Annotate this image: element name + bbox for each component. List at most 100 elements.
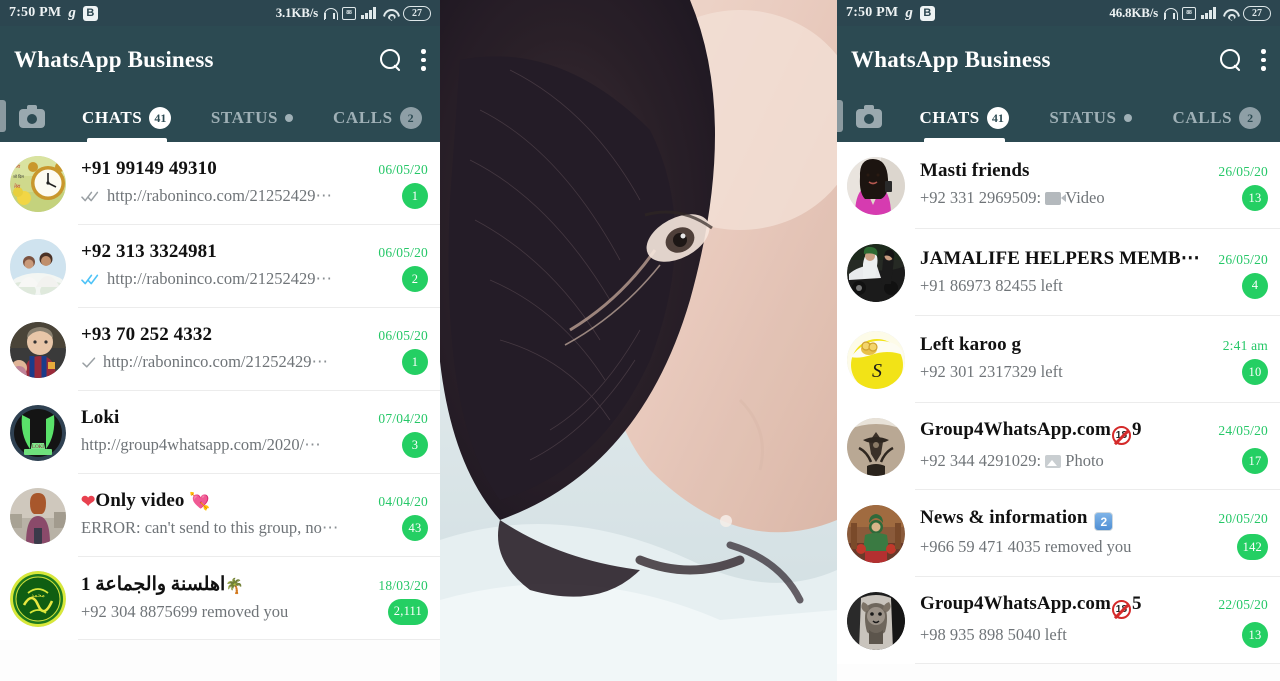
- chat-meta: +91 99149 49310 06/05/20 http://raboninc…: [81, 158, 428, 209]
- status-time: 7:50 PM: [9, 5, 62, 20]
- row-divider: [915, 663, 1280, 664]
- avatar-car-couple: [847, 243, 905, 302]
- chat-list-item[interactable]: तेरा जो दिल तेरा +91 99149 49310 06/05/2…: [0, 142, 440, 225]
- tab-calls[interactable]: CALLS 2: [1154, 94, 1280, 142]
- avatar-lion-tattoo: [847, 591, 905, 650]
- single-check-grey-icon: [81, 355, 97, 369]
- tab-chats[interactable]: CHATS 41: [901, 94, 1027, 142]
- chat-name: Group4WhatsApp.com 18 5: [920, 593, 1210, 619]
- chat-list-item[interactable]: S Left karoo g 2:41 am +92 301 2317329 l…: [837, 316, 1280, 403]
- b-icon: B: [82, 5, 98, 21]
- chat-preview: +92 301 2317329 left: [920, 362, 1063, 381]
- tab-status-label: STATUS: [210, 108, 279, 127]
- avatar[interactable]: [847, 504, 905, 563]
- tab-chats-label: CHATS: [82, 108, 143, 127]
- avatar[interactable]: S: [847, 330, 905, 389]
- sim-card-icon: 88: [342, 6, 356, 20]
- avatar[interactable]: [847, 591, 905, 650]
- avatar-deity-photo: [847, 504, 905, 563]
- center-photo: [440, 0, 837, 681]
- chat-title-row: Group4WhatsApp.com 18 9 24/05/20: [920, 419, 1268, 445]
- chat-list-item[interactable]: Group4WhatsApp.com 18 9 24/05/20 +92 344 4…: [837, 403, 1280, 490]
- headphone-icon: [1163, 7, 1178, 20]
- chat-timestamp: 07/04/20: [378, 411, 428, 426]
- page-title: WhatsApp Business: [851, 47, 1051, 72]
- data-rate-label: 3.1KB/s: [275, 5, 319, 20]
- signal-bars-icon: [1201, 7, 1217, 19]
- more-vertical-icon[interactable]: [421, 49, 426, 71]
- avatar[interactable]: [847, 417, 905, 476]
- svg-text:तेरा: तेरा: [14, 183, 21, 190]
- tab-calls[interactable]: CALLS 2: [315, 94, 440, 142]
- chat-list-item[interactable]: News & information 2 20/05/20 +966 59 47…: [837, 490, 1280, 577]
- avatar-woman-pink: [847, 156, 905, 215]
- more-vertical-icon[interactable]: [1261, 49, 1266, 71]
- chat-list-item[interactable]: LOKI Loki 07/04/20 http://group4whatsapp…: [0, 391, 440, 474]
- chat-name: Masti friends: [920, 160, 1030, 181]
- avatar[interactable]: तेरा जो दिल तेरा: [10, 155, 66, 212]
- chat-preview-row: +98 935 898 5040 left 13: [920, 622, 1268, 648]
- chat-preview-row: +92 304 8875699 removed you 2,111: [81, 598, 428, 625]
- video-icon: [1045, 192, 1067, 205]
- chat-preview: http://group4whatsapp.com/2020/⋯: [81, 435, 321, 454]
- avatar[interactable]: [10, 487, 66, 544]
- app-bar-actions: [1220, 48, 1266, 72]
- tab-status-label: STATUS: [1049, 108, 1117, 127]
- chat-name: Group4WhatsApp.com 18 9: [920, 419, 1210, 445]
- avatar-couple-photo: [10, 238, 66, 295]
- camera-icon: [19, 104, 45, 128]
- chat-list-item[interactable]: JAMALIFE HELPERS MEMB⋯ 26/05/20 +91 8697…: [837, 229, 1280, 316]
- chat-title-row: Left karoo g 2:41 am: [920, 334, 1268, 356]
- chat-list-item[interactable]: +93 70 252 4332 06/05/20 http://raboninc…: [0, 308, 440, 391]
- tab-chats[interactable]: CHATS 41: [64, 94, 189, 142]
- avatar[interactable]: [10, 238, 66, 295]
- chat-preview-row: http://group4whatsapp.com/2020/⋯ 3: [81, 432, 428, 458]
- chat-list-item[interactable]: +92 313 3324981 06/05/20 http://raboninc…: [0, 225, 440, 308]
- chat-timestamp: 22/05/20: [1218, 597, 1268, 612]
- chat-meta: +92 313 3324981 06/05/20 http://raboninc…: [81, 241, 428, 292]
- avatar[interactable]: [847, 156, 905, 215]
- avatar[interactable]: LOKI: [10, 404, 66, 461]
- chat-list-item[interactable]: محمد 1 اهلسنة والجماعة🌴 18/03/20 +92 304…: [0, 557, 440, 640]
- chat-list-item[interactable]: Group4WhatsApp.com 18 5 22/05/20 +98 935 8…: [837, 577, 1280, 664]
- right-status-bar: 7:50 PM g B 46.8KB/s 88 27: [837, 0, 1280, 26]
- tab-camera[interactable]: [0, 94, 64, 142]
- search-icon[interactable]: [1220, 48, 1243, 72]
- status-dot-icon: [1123, 114, 1132, 122]
- avatar[interactable]: محمد: [10, 570, 66, 627]
- chat-name: News & information 2: [920, 507, 1210, 532]
- chat-preview: ERROR: can't send to this group, no⋯: [81, 518, 339, 537]
- chat-preview: http://raboninco.com/21252429⋯: [107, 186, 333, 205]
- screenshot-root: 7:50 PM g B 3.1KB/s 88 27 WhatsApp Busin…: [0, 0, 1280, 681]
- right-tab-bar: CHATS 41 STATUS CALLS 2: [837, 94, 1280, 142]
- search-icon[interactable]: [380, 48, 403, 72]
- wifi-icon: [1222, 7, 1238, 19]
- chat-preview-row: http://raboninco.com/21252429⋯ 2: [81, 266, 428, 292]
- data-rate-label: 46.8KB/s: [1109, 5, 1158, 20]
- battery-icon: 27: [403, 5, 431, 21]
- unread-badge: 10: [1242, 359, 1268, 385]
- unread-badge: 13: [1242, 622, 1268, 648]
- avatar-green-calligraphy: محمد: [10, 570, 66, 627]
- tab-calls-badge: 2: [1239, 107, 1262, 129]
- chat-preview-row: +966 59 471 4035 removed you 142: [920, 534, 1268, 561]
- avatar-child-jersey: [10, 321, 66, 378]
- chat-preview: +98 935 898 5040 left: [920, 625, 1067, 644]
- chat-timestamp: 18/03/20: [378, 577, 428, 593]
- avatar[interactable]: [10, 321, 66, 378]
- avatar-woman-street: [10, 487, 66, 544]
- right-phone-panel: 7:50 PM g B 46.8KB/s 88 27 WhatsApp Busi…: [837, 0, 1280, 681]
- chat-list-item[interactable]: ❤Only video 💘 04/04/20 ERROR: can't send…: [0, 474, 440, 557]
- unread-badge: 3: [402, 432, 428, 458]
- tab-camera[interactable]: [837, 94, 901, 142]
- tab-status[interactable]: STATUS: [1027, 94, 1153, 142]
- no-under-18-emoji: 18: [1111, 600, 1131, 619]
- tab-status[interactable]: STATUS: [189, 94, 314, 142]
- avatar-clock-poster: तेरा जो दिल तेरा: [10, 155, 66, 212]
- tab-calls-label: CALLS: [1172, 108, 1233, 127]
- left-tab-bar: CHATS 41 STATUS CALLS 2: [0, 94, 440, 142]
- chat-timestamp: 06/05/20: [378, 245, 428, 260]
- svg-text:LOKI: LOKI: [32, 445, 44, 450]
- avatar[interactable]: [847, 243, 905, 302]
- chat-list-item[interactable]: Masti friends 26/05/20 +92 331 2969509: …: [837, 142, 1280, 229]
